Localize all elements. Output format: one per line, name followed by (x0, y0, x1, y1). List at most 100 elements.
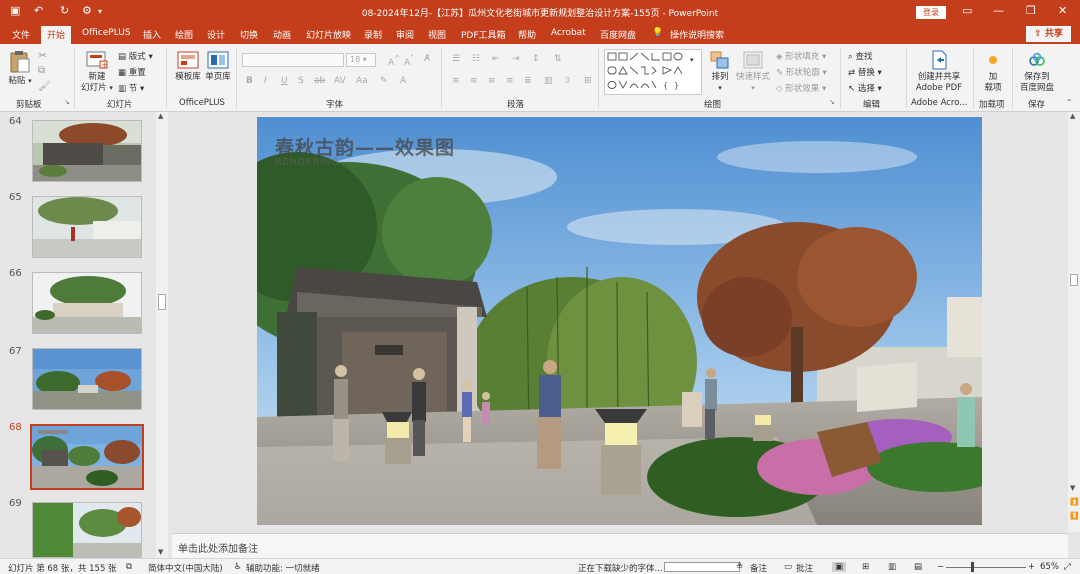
decrease-font-icon[interactable]: Aˇ (404, 54, 414, 68)
arrange-button[interactable]: 排列 ▾ (706, 50, 734, 94)
tab-pdf-toolbox[interactable]: PDF工具箱 (461, 28, 506, 41)
scrollbar-thumb[interactable] (158, 294, 166, 310)
slide-thumbnail-69[interactable] (32, 502, 142, 558)
shadow-icon[interactable]: S (298, 76, 304, 86)
zoom-slider-thumb[interactable] (971, 562, 974, 572)
justify-icon[interactable]: ≡ (506, 76, 514, 86)
accessibility-status[interactable]: 辅助功能: 一切就绪 (246, 562, 320, 574)
underline-icon[interactable]: U (281, 76, 288, 86)
scroll-up-icon[interactable]: ▲ (1070, 112, 1075, 120)
slide-sorter-icon[interactable]: ⊞ (862, 562, 869, 572)
tab-acrobat[interactable]: Acrobat (551, 28, 586, 38)
text-direction-icon[interactable]: ⇅ (554, 54, 562, 64)
slide-title[interactable]: 春秋古韵——效果图 (275, 133, 455, 160)
smartart-icon[interactable]: ⊞ (584, 76, 592, 86)
tab-baidu-netdisk[interactable]: 百度网盘 (600, 28, 636, 41)
zoom-out-icon[interactable]: − (937, 562, 944, 572)
decrease-indent-icon[interactable]: ⇤ (492, 54, 500, 64)
highlight-icon[interactable]: ✎ (380, 76, 388, 86)
notes-toggle[interactable]: 备注 (750, 562, 767, 574)
load-addins-button[interactable]: 加载项 (978, 50, 1008, 94)
comments-toggle[interactable]: 批注 (796, 562, 813, 574)
normal-view-icon[interactable]: ▣ (832, 562, 847, 572)
new-slide-button[interactable]: + 新建 幻灯片 ▾ (80, 50, 114, 94)
tab-officeplus[interactable]: OfficePLUS (82, 28, 131, 38)
change-case-icon[interactable]: Aa (356, 76, 368, 86)
gallery-scroll-icon[interactable]: ▾ (690, 56, 694, 64)
close-icon[interactable]: ✕ (1058, 4, 1067, 17)
find-button[interactable]: ⌕ 查找 (848, 50, 872, 62)
section-button[interactable]: ▥ 节 ▾ (118, 82, 144, 94)
dialog-launcher-icon[interactable]: ↘ (64, 98, 70, 106)
format-painter-icon[interactable]: 🖌 (38, 81, 51, 92)
ribbon-display-options-icon[interactable]: ▭ (962, 4, 972, 17)
slide-thumbnail-65[interactable] (32, 196, 142, 258)
scroll-down-icon[interactable]: ▼ (158, 548, 163, 556)
single-page-library-button[interactable]: 单页库 (203, 50, 233, 83)
tab-review[interactable]: 审阅 (396, 28, 414, 41)
tab-home[interactable]: 开始 (41, 26, 72, 44)
current-slide[interactable]: 春秋古韵——效果图 RENDERING (257, 117, 982, 525)
slide-thumbnail-64[interactable] (32, 120, 142, 182)
quick-styles-button[interactable]: 快速样式 ▾ (736, 50, 770, 94)
bullets-icon[interactable]: ☰ (452, 54, 460, 64)
zoom-in-icon[interactable]: + (1028, 562, 1035, 572)
shape-effects-button[interactable]: ◇ 形状效果 ▾ (776, 82, 826, 94)
strikethrough-icon[interactable]: ab (314, 76, 325, 86)
shape-outline-button[interactable]: ✎ 形状轮廓 ▾ (776, 66, 827, 78)
next-slide-icon[interactable]: ⏬ (1070, 512, 1079, 520)
zoom-slider[interactable] (946, 567, 1026, 568)
shapes-gallery[interactable]: {} (604, 49, 702, 95)
reading-view-icon[interactable]: ▥ (888, 562, 896, 572)
tab-animations[interactable]: 动画 (273, 28, 291, 41)
align-center-icon[interactable]: ≡ (470, 76, 478, 86)
login-button[interactable]: 登录 (916, 6, 946, 19)
comments-icon[interactable]: ▭ (784, 562, 792, 572)
increase-font-icon[interactable]: A^ (388, 54, 400, 68)
replace-button[interactable]: ⇄ 替换 ▾ (848, 66, 882, 78)
copy-icon[interactable]: ⧉ (38, 65, 45, 76)
slide-thumbnail-67[interactable] (32, 348, 142, 410)
slide-subtitle[interactable]: RENDERING (275, 157, 339, 168)
tab-slideshow[interactable]: 幻灯片放映 (306, 28, 351, 41)
font-size-box[interactable]: 18 ▾ (346, 53, 376, 67)
tab-design[interactable]: 设计 (207, 28, 225, 41)
shape-fill-button[interactable]: ◈ 形状填充 ▾ (776, 50, 826, 62)
spellcheck-icon[interactable]: ⧉ (126, 562, 132, 572)
fit-to-window-icon[interactable]: ⤢ (1064, 562, 1071, 572)
dialog-launcher-icon[interactable]: ↘ (829, 98, 835, 106)
tab-transitions[interactable]: 切换 (240, 28, 258, 41)
columns-icon[interactable]: ▥ (544, 76, 553, 86)
notes-pane[interactable]: 单击此处添加备注 (172, 533, 1068, 558)
line-spacing-icon[interactable]: ↕ (532, 54, 540, 64)
cut-icon[interactable]: ✂ (38, 49, 47, 62)
align-text-icon[interactable]: ⇳ (564, 76, 572, 86)
align-left-icon[interactable]: ≡ (452, 76, 460, 86)
select-button[interactable]: ↖ 选择 ▾ (848, 82, 882, 94)
font-name-box[interactable] (242, 53, 344, 67)
scroll-down-icon[interactable]: ▼ (1070, 484, 1075, 492)
previous-slide-icon[interactable]: ⏫ (1070, 498, 1079, 506)
language-indicator[interactable]: 简体中文(中国大陆) (148, 562, 223, 574)
reset-button[interactable]: ▦ 重置 (118, 66, 146, 78)
scrollbar-thumb[interactable] (1070, 274, 1078, 286)
slideshow-icon[interactable]: ▤ (914, 562, 922, 572)
tab-file[interactable]: 文件 (12, 28, 30, 41)
tab-draw[interactable]: 绘图 (175, 28, 193, 41)
save-to-baidu-button[interactable]: 保存到 百度网盘 (1016, 50, 1058, 94)
numbering-icon[interactable]: ☷ (472, 54, 480, 64)
distributed-icon[interactable]: ≣ (524, 76, 532, 86)
tell-me-search[interactable]: 操作说明搜索 (670, 28, 724, 41)
restore-icon[interactable]: ❐ (1026, 4, 1036, 17)
minimize-icon[interactable]: — (993, 4, 1004, 17)
italic-icon[interactable]: I (264, 76, 267, 86)
scroll-up-icon[interactable]: ▲ (158, 112, 163, 120)
slide-thumbnail-66[interactable] (32, 272, 142, 334)
font-color-icon[interactable]: A (400, 76, 406, 86)
slide-thumbnail-68[interactable] (30, 424, 144, 490)
bold-icon[interactable]: B (246, 76, 253, 86)
accessibility-icon[interactable]: ♿ (234, 562, 242, 572)
increase-indent-icon[interactable]: ⇥ (512, 54, 520, 64)
align-right-icon[interactable]: ≡ (488, 76, 496, 86)
zoom-level[interactable]: 65% (1040, 562, 1059, 572)
